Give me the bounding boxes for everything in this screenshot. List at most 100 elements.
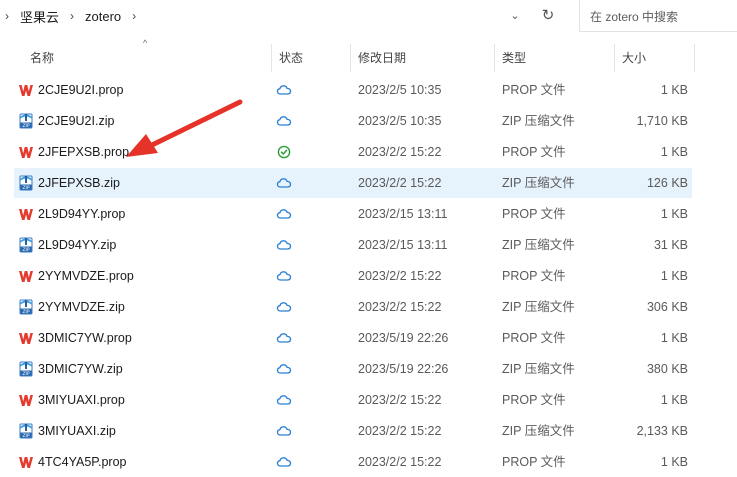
file-name: 4TC4YA5P.prop <box>38 455 127 469</box>
zip-file-icon: ZIP <box>18 361 34 377</box>
svg-text:ZIP: ZIP <box>22 371 29 377</box>
column-header-modified[interactable]: 修改日期 <box>358 40 406 76</box>
synced-check-icon <box>276 144 292 160</box>
wps-file-icon <box>18 330 34 346</box>
file-name: 2CJE9U2I.zip <box>38 114 115 128</box>
file-modified: 2023/2/15 13:11 <box>358 207 448 221</box>
file-name: 3MIYUAXI.zip <box>38 424 116 438</box>
table-row[interactable]: ZIP 3MIYUAXI.zip 2023/2/2 15:22 ZIP 压缩文件… <box>14 416 692 446</box>
column-header-type[interactable]: 类型 <box>502 40 526 76</box>
search-placeholder: 在 zotero 中搜索 <box>590 10 679 24</box>
chevron-right-icon[interactable]: › <box>0 9 14 23</box>
table-row[interactable]: 3MIYUAXI.prop 2023/2/2 15:22 PROP 文件 1 K… <box>14 385 692 415</box>
cloud-icon <box>276 82 292 98</box>
zip-file-icon: ZIP <box>18 175 34 191</box>
file-size: 1 KB <box>660 331 688 345</box>
file-modified: 2023/2/2 15:22 <box>358 455 442 469</box>
cloud-icon <box>276 113 292 129</box>
file-modified: 2023/2/2 15:22 <box>358 300 442 314</box>
chevron-right-icon[interactable]: › <box>65 9 79 23</box>
breadcrumb-item[interactable]: 坚果云 <box>14 7 65 26</box>
sort-ascending-icon: ^ <box>143 38 148 48</box>
file-type: PROP 文件 <box>502 145 566 159</box>
table-row[interactable]: ZIP 3DMIC7YW.zip 2023/5/19 22:26 ZIP 压缩文… <box>14 354 692 384</box>
table-row[interactable]: ZIP 2YYMVDZE.zip 2023/2/2 15:22 ZIP 压缩文件… <box>14 292 692 322</box>
breadcrumb-item[interactable]: zotero <box>79 9 127 24</box>
file-type: PROP 文件 <box>502 83 566 97</box>
file-size: 1 KB <box>660 145 688 159</box>
column-header-size[interactable]: 大小 <box>622 40 646 76</box>
svg-text:ZIP: ZIP <box>22 309 29 315</box>
file-name: 2YYMVDZE.prop <box>38 269 134 283</box>
table-row[interactable]: 4TC4YA5P.prop 2023/2/2 15:22 PROP 文件 1 K… <box>14 447 692 477</box>
table-row[interactable]: 2YYMVDZE.prop 2023/2/2 15:22 PROP 文件 1 K… <box>14 261 692 291</box>
cloud-icon <box>276 237 292 253</box>
column-divider[interactable] <box>694 44 695 72</box>
file-type: PROP 文件 <box>502 393 566 407</box>
column-header: ^ 名称 状态 修改日期 类型 大小 <box>0 38 737 76</box>
file-size: 380 KB <box>646 362 688 376</box>
svg-text:ZIP: ZIP <box>22 433 29 439</box>
file-modified: 2023/2/2 15:22 <box>358 424 442 438</box>
file-name: 3DMIC7YW.prop <box>38 331 132 345</box>
column-header-name[interactable]: 名称 <box>30 40 54 76</box>
table-row[interactable]: ZIP 2L9D94YY.zip 2023/2/15 13:11 ZIP 压缩文… <box>14 230 692 260</box>
file-modified: 2023/2/2 15:22 <box>358 393 442 407</box>
wps-file-icon <box>18 454 34 470</box>
zip-file-icon: ZIP <box>18 113 34 129</box>
file-size: 1 KB <box>660 455 688 469</box>
table-row[interactable]: 2L9D94YY.prop 2023/2/15 13:11 PROP 文件 1 … <box>14 199 692 229</box>
cloud-icon <box>276 454 292 470</box>
cloud-icon <box>276 392 292 408</box>
wps-file-icon <box>18 268 34 284</box>
column-divider[interactable] <box>494 44 495 72</box>
wps-file-icon <box>18 82 34 98</box>
file-size: 306 KB <box>646 300 688 314</box>
column-divider[interactable] <box>271 44 272 72</box>
file-type: PROP 文件 <box>502 207 566 221</box>
file-modified: 2023/2/2 15:22 <box>358 176 442 190</box>
file-modified: 2023/2/2 15:22 <box>358 269 442 283</box>
svg-text:ZIP: ZIP <box>22 185 29 191</box>
table-row-selected[interactable]: ZIP 2JFEPXSB.zip 2023/2/2 15:22 ZIP 压缩文件… <box>14 168 692 198</box>
address-bar: › 坚果云 › zotero › ⌄ ↻ 在 zotero 中搜索 <box>0 0 737 33</box>
file-type: ZIP 压缩文件 <box>502 238 575 252</box>
file-size: 1,710 KB <box>636 114 688 128</box>
column-divider[interactable] <box>350 44 351 72</box>
breadcrumb[interactable]: › 坚果云 › zotero › <box>0 0 568 32</box>
file-name: 2CJE9U2I.prop <box>38 83 124 97</box>
cloud-icon <box>276 268 292 284</box>
search-input[interactable]: 在 zotero 中搜索 <box>579 0 737 32</box>
file-modified: 2023/2/2 15:22 <box>358 145 442 159</box>
file-name: 3DMIC7YW.zip <box>38 362 123 376</box>
table-row[interactable]: 2JFEPXSB.prop 2023/2/2 15:22 PROP 文件 1 K… <box>14 137 692 167</box>
cloud-icon <box>276 423 292 439</box>
refresh-icon[interactable]: ↻ <box>538 6 558 26</box>
file-size: 1 KB <box>660 393 688 407</box>
cloud-icon <box>276 361 292 377</box>
zip-file-icon: ZIP <box>18 299 34 315</box>
chevron-right-icon[interactable]: › <box>127 9 141 23</box>
file-type: PROP 文件 <box>502 269 566 283</box>
file-size: 2,133 KB <box>636 424 688 438</box>
cloud-icon <box>276 175 292 191</box>
file-type: ZIP 压缩文件 <box>502 300 575 314</box>
wps-file-icon <box>18 392 34 408</box>
file-name: 2JFEPXSB.prop <box>38 145 130 159</box>
file-type: PROP 文件 <box>502 455 566 469</box>
table-row[interactable]: 2CJE9U2I.prop 2023/2/5 10:35 PROP 文件 1 K… <box>14 75 692 105</box>
file-modified: 2023/2/5 10:35 <box>358 114 442 128</box>
chevron-down-icon[interactable]: ⌄ <box>506 7 524 25</box>
column-header-status[interactable]: 状态 <box>279 40 303 76</box>
table-row[interactable]: 3DMIC7YW.prop 2023/5/19 22:26 PROP 文件 1 … <box>14 323 692 353</box>
cloud-icon <box>276 206 292 222</box>
file-modified: 2023/2/5 10:35 <box>358 83 442 97</box>
file-type: ZIP 压缩文件 <box>502 424 575 438</box>
file-size: 126 KB <box>646 176 688 190</box>
file-type: ZIP 压缩文件 <box>502 362 575 376</box>
zip-file-icon: ZIP <box>18 423 34 439</box>
cloud-icon <box>276 330 292 346</box>
table-row[interactable]: ZIP 2CJE9U2I.zip 2023/2/5 10:35 ZIP 压缩文件… <box>14 106 692 136</box>
column-divider[interactable] <box>614 44 615 72</box>
file-size: 1 KB <box>660 269 688 283</box>
